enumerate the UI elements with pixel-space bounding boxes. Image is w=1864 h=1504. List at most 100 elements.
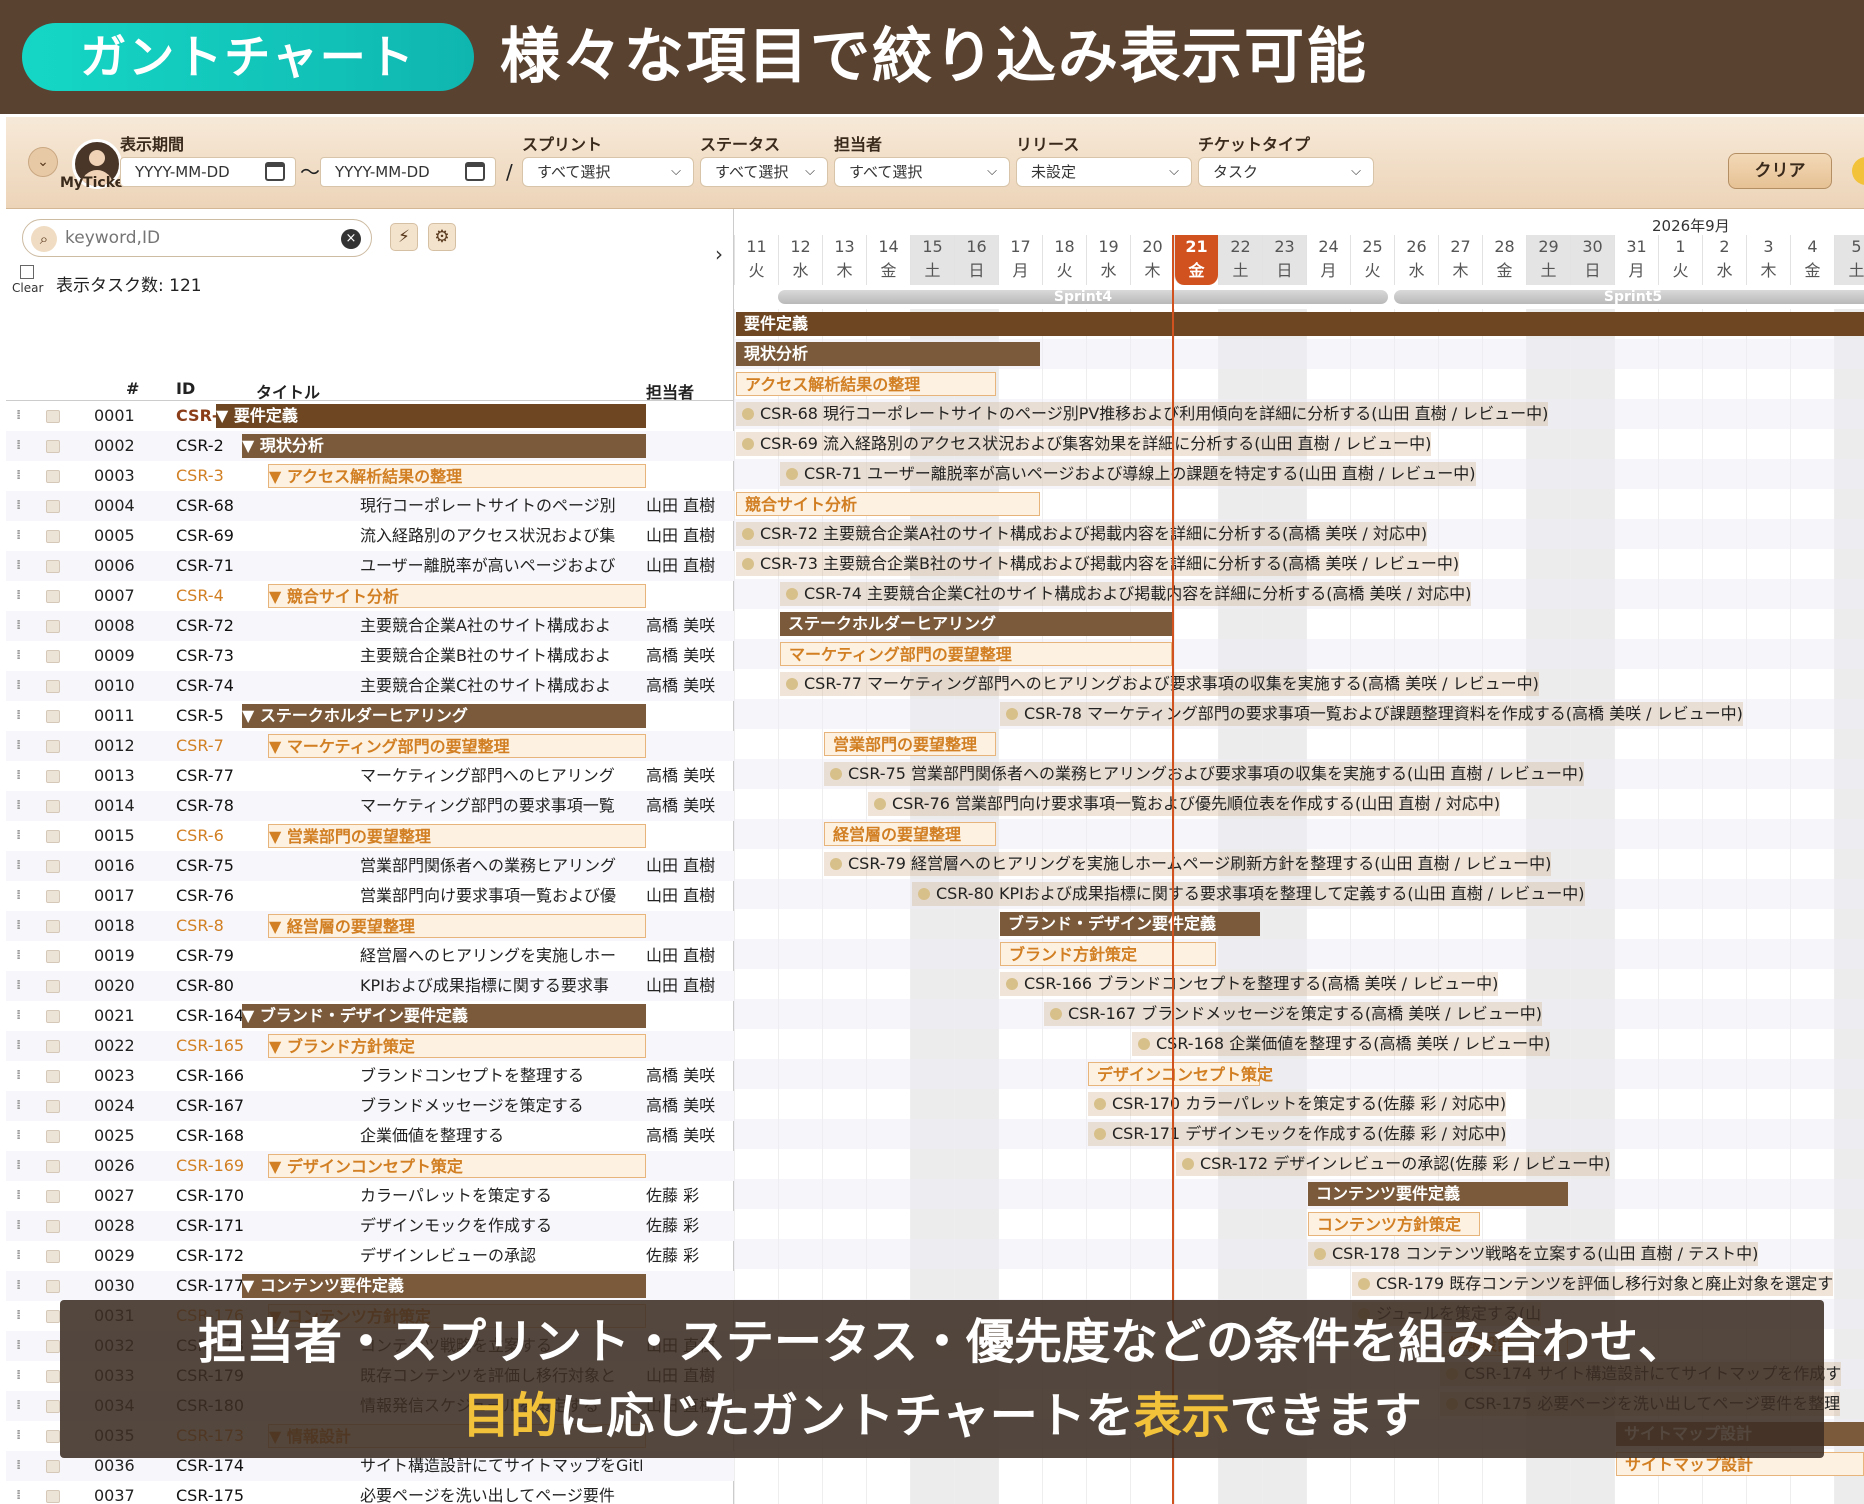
group-title[interactable]: ▼ 要件定義 bbox=[216, 404, 646, 428]
row-checkbox[interactable] bbox=[46, 1010, 60, 1023]
group-title[interactable]: ▼ ステークホルダーヒアリング bbox=[242, 704, 646, 728]
task-title[interactable]: ユーザー離脱率が高いページおよび bbox=[360, 551, 642, 581]
sprint-bar[interactable]: Sprint4 bbox=[778, 290, 1388, 304]
gantt-group-bar[interactable]: 要件定義 bbox=[736, 312, 1864, 336]
group-title[interactable]: ▼ ブランド・デザイン要件定義 bbox=[242, 1004, 646, 1028]
row-checkbox[interactable] bbox=[46, 980, 60, 993]
row-checkbox[interactable] bbox=[46, 1190, 60, 1203]
gear-icon[interactable]: ⚙ bbox=[428, 223, 456, 251]
gantt-task-bar[interactable]: CSR-73 主要競合企業B社のサイト構成および掲載内容を詳細に分析する(高橋 … bbox=[736, 552, 1460, 576]
drag-handle-icon[interactable]: ⁞⁞ bbox=[16, 1031, 26, 1061]
table-row[interactable]: ⁞⁞ 0015 CSR-6 ▼ 営業部門の要望整理 bbox=[6, 821, 734, 851]
ticket-id[interactable]: CSR-75 bbox=[176, 851, 234, 881]
help-icon[interactable] bbox=[1852, 157, 1864, 185]
gantt-task-bar[interactable]: CSR-77 マーケティング部門へのヒアリングおよび要求事項の収集を実施する(高… bbox=[780, 672, 1539, 696]
ticket-id[interactable]: CSR-177 bbox=[176, 1271, 244, 1301]
task-title[interactable]: 必要ページを洗い出してページ要件 bbox=[360, 1481, 642, 1504]
table-row[interactable]: ⁞⁞ 0004 CSR-68 現行コーポレートサイトのページ別 山田 直樹 bbox=[6, 491, 734, 521]
drag-handle-icon[interactable]: ⁞⁞ bbox=[16, 701, 26, 731]
table-row[interactable]: ⁞⁞ 0022 CSR-165 ▼ ブランド方針策定 bbox=[6, 1031, 734, 1061]
row-checkbox[interactable] bbox=[46, 1130, 60, 1143]
triangle-down-icon[interactable]: ▼ bbox=[269, 1157, 287, 1176]
group-title[interactable]: ▼ デザインコンセプト策定 bbox=[268, 1154, 646, 1178]
ticket-id[interactable]: CSR-71 bbox=[176, 551, 234, 581]
drag-handle-icon[interactable]: ⁞⁞ bbox=[16, 1481, 26, 1504]
row-checkbox[interactable] bbox=[46, 1070, 60, 1083]
table-row[interactable]: ⁞⁞ 0006 CSR-71 ユーザー離脱率が高いページおよび 山田 直樹 bbox=[6, 551, 734, 581]
row-checkbox[interactable] bbox=[46, 680, 60, 693]
ticket-id[interactable]: CSR-78 bbox=[176, 791, 234, 821]
table-row[interactable]: ⁞⁞ 0024 CSR-167 ブランドメッセージを策定する 高橋 美咲 bbox=[6, 1091, 734, 1121]
ticket-id[interactable]: CSR-2 bbox=[176, 431, 224, 461]
ticket-id[interactable]: CSR-168 bbox=[176, 1121, 244, 1151]
drag-handle-icon[interactable]: ⁞⁞ bbox=[16, 1451, 26, 1481]
sprint-select[interactable]: すべて選択 ⌵ bbox=[522, 157, 694, 187]
gantt-group-bar[interactable]: ブランド方針策定 bbox=[1000, 942, 1216, 966]
row-checkbox[interactable] bbox=[46, 1460, 60, 1473]
row-checkbox[interactable] bbox=[46, 440, 60, 453]
row-checkbox[interactable] bbox=[46, 560, 60, 573]
gantt-task-bar[interactable]: CSR-74 主要競合企業C社のサイト構成および掲載内容を詳細に分析する(高橋 … bbox=[780, 582, 1472, 606]
table-row[interactable]: ⁞⁞ 0007 CSR-4 ▼ 競合サイト分析 bbox=[6, 581, 734, 611]
task-title[interactable]: デザインモックを作成する bbox=[360, 1211, 642, 1241]
gantt-task-bar[interactable]: CSR-179 既存コンテンツを評価し移行対象と廃止対象を選定す bbox=[1352, 1272, 1834, 1296]
group-title[interactable]: ▼ マーケティング部門の要望整理 bbox=[268, 734, 646, 758]
table-row[interactable]: ⁞⁞ 0027 CSR-170 カラーパレットを策定する 佐藤 彩 bbox=[6, 1181, 734, 1211]
gantt-group-bar[interactable]: 現状分析 bbox=[736, 342, 1040, 366]
ticket-id[interactable]: CSR-76 bbox=[176, 881, 234, 911]
gantt-task-bar[interactable]: CSR-79 経営層へのヒアリングを実施しホームページ刷新方針を整理する(山田 … bbox=[824, 852, 1552, 876]
drag-handle-icon[interactable]: ⁞⁞ bbox=[16, 671, 26, 701]
task-title[interactable]: ブランドコンセプトを整理する bbox=[360, 1061, 642, 1091]
gantt-task-bar[interactable]: CSR-171 デザインモックを作成する(佐藤 彩 / 対応中) bbox=[1088, 1122, 1507, 1146]
gantt-group-bar[interactable]: ステークホルダーヒアリング bbox=[780, 612, 1172, 636]
drag-handle-icon[interactable]: ⁞⁞ bbox=[16, 1061, 26, 1091]
period-end-input[interactable]: YYYY-MM-DD bbox=[320, 157, 496, 187]
drag-handle-icon[interactable]: ⁞⁞ bbox=[16, 1151, 26, 1181]
gantt-task-bar[interactable]: CSR-78 マーケティング部門の要求事項一覧および課題整理資料を作成する(高橋… bbox=[1000, 702, 1743, 726]
row-checkbox[interactable] bbox=[46, 410, 60, 423]
row-checkbox[interactable] bbox=[46, 920, 60, 933]
triangle-down-icon[interactable]: ▼ bbox=[242, 436, 260, 455]
row-checkbox[interactable] bbox=[46, 830, 60, 843]
gantt-task-bar[interactable]: CSR-172 デザインレビューの承認(佐藤 彩 / レビュー中) bbox=[1176, 1152, 1611, 1176]
gantt-group-bar[interactable]: マーケティング部門の要望整理 bbox=[780, 642, 1172, 666]
gantt-group-bar[interactable]: 経営層の要望整理 bbox=[824, 822, 996, 846]
ticket-id[interactable]: CSR-5 bbox=[176, 701, 224, 731]
drag-handle-icon[interactable]: ⁞⁞ bbox=[16, 1331, 26, 1361]
task-title[interactable]: 主要競合企業C社のサイト構成およ bbox=[360, 671, 642, 701]
chevron-down-icon[interactable]: ⌄ bbox=[28, 147, 58, 177]
table-row[interactable]: ⁞⁞ 0021 CSR-164 ▼ ブランド・デザイン要件定義 bbox=[6, 1001, 734, 1031]
drag-handle-icon[interactable]: ⁞⁞ bbox=[16, 1361, 26, 1391]
table-row[interactable]: ⁞⁞ 0020 CSR-80 KPIおよび成果指標に関する要求事 山田 直樹 bbox=[6, 971, 734, 1001]
triangle-down-icon[interactable]: ▼ bbox=[269, 737, 287, 756]
row-checkbox[interactable] bbox=[46, 1250, 60, 1263]
gantt-task-bar[interactable]: CSR-168 企業価値を整理する(高橋 美咲 / レビュー中) bbox=[1132, 1032, 1551, 1056]
sprint-bar[interactable]: Sprint5 bbox=[1394, 290, 1864, 304]
task-title[interactable]: カラーパレットを策定する bbox=[360, 1181, 642, 1211]
task-title[interactable]: デザインレビューの承認 bbox=[360, 1241, 642, 1271]
ticket-id[interactable]: CSR-164 bbox=[176, 1001, 244, 1031]
group-title[interactable]: ▼ アクセス解析結果の整理 bbox=[268, 464, 646, 488]
table-row[interactable]: ⁞⁞ 0028 CSR-171 デザインモックを作成する 佐藤 彩 bbox=[6, 1211, 734, 1241]
runner-icon[interactable]: ⚡ bbox=[390, 223, 418, 251]
gantt-task-bar[interactable]: CSR-68 現行コーポレートサイトのページ別PV推移および利用傾向を詳細に分析… bbox=[736, 402, 1549, 426]
row-checkbox[interactable] bbox=[46, 500, 60, 513]
drag-handle-icon[interactable]: ⁞⁞ bbox=[16, 1121, 26, 1151]
drag-handle-icon[interactable]: ⁞⁞ bbox=[16, 731, 26, 761]
calendar-icon[interactable] bbox=[465, 162, 485, 181]
gantt-task-bar[interactable]: CSR-71 ユーザー離脱率が高いページおよび導線上の課題を特定する(山田 直樹… bbox=[780, 462, 1476, 486]
drag-handle-icon[interactable]: ⁞⁞ bbox=[16, 581, 26, 611]
drag-handle-icon[interactable]: ⁞⁞ bbox=[16, 1421, 26, 1451]
gantt-group-bar[interactable]: コンテンツ要件定義 bbox=[1308, 1182, 1568, 1206]
ticket-id[interactable]: CSR-72 bbox=[176, 611, 234, 641]
row-checkbox[interactable] bbox=[46, 530, 60, 543]
gantt-task-bar[interactable]: CSR-80 KPIおよび成果指標に関する要求事項を整理して定義する(山田 直樹… bbox=[912, 882, 1585, 906]
ticket-id[interactable]: CSR-68 bbox=[176, 491, 234, 521]
group-title[interactable]: ▼ 現状分析 bbox=[242, 434, 646, 458]
drag-handle-icon[interactable]: ⁞⁞ bbox=[16, 491, 26, 521]
drag-handle-icon[interactable]: ⁞⁞ bbox=[16, 821, 26, 851]
triangle-down-icon[interactable]: ▼ bbox=[269, 917, 287, 936]
ticket-id[interactable]: CSR-77 bbox=[176, 761, 234, 791]
gantt-task-bar[interactable]: CSR-76 営業部門向け要求事項一覧および優先順位表を作成する(山田 直樹 /… bbox=[868, 792, 1501, 816]
row-checkbox[interactable] bbox=[46, 860, 60, 873]
